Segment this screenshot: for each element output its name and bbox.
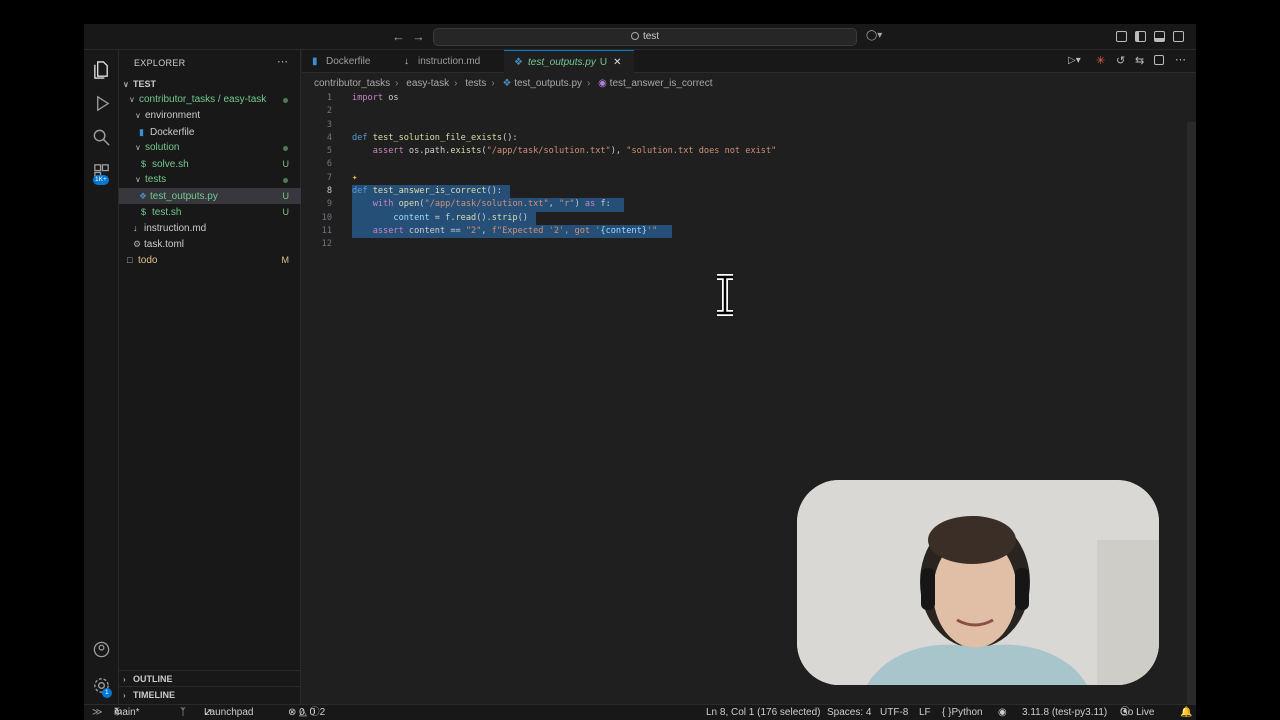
tree-file-instruction-md[interactable]: ↓ instruction.md [119,220,301,236]
chevron-down-icon: ∨ [123,80,129,89]
tree-file-test-outputs-py[interactable]: ❖ test_outputs.py U [119,188,301,204]
editor-tabs: ▮ Dockerfile ↓ instruction.md ❖ test_output… [302,50,1196,73]
tab-dockerfile[interactable]: ▮ Dockerfile [302,50,394,73]
tree-folder-solution[interactable]: ∨ solution [119,140,301,156]
layout-icon[interactable] [1116,31,1127,42]
tree-folder-tests[interactable]: ∨ tests [119,172,301,188]
explorer-title: EXPLORER [134,58,186,68]
code-line: 12 [321,239,332,250]
tree-file-todo[interactable]: □ todo M [119,252,301,268]
command-center-search[interactable]: test [433,28,857,46]
code-line: 8 def test_answer_is_correct(): [302,185,1182,199]
git-graph-icon[interactable]: ᛉ [180,705,186,720]
search-icon[interactable] [92,128,111,147]
search-icon [630,32,639,40]
sparkle-icon[interactable]: ✦ [352,172,357,185]
markdown-file-icon: ↓ [404,56,409,67]
asterisk-icon[interactable]: ✳ [1096,54,1105,67]
activity-bar: 1K+ 1 [84,50,119,704]
code-line: 5 assert os.path.exists("/app/task/solut… [326,146,777,157]
editor-scrollbar[interactable] [1187,122,1196,712]
settings-badge: 1 [102,688,112,698]
more-actions-icon[interactable]: ⋯ [1175,53,1186,66]
tree-folder-environment[interactable]: ∨ environment [119,108,301,124]
arrow-left-icon[interactable]: ← [392,29,405,44]
toggle-secondary-sidebar-icon[interactable] [1173,31,1184,42]
function-symbol-icon: ◉ [598,78,607,89]
extensions-badge: 1K+ [93,175,109,185]
timeline-section[interactable]: › TIMELINE [119,686,301,702]
shell-file-icon: $ [141,159,147,169]
outline-section[interactable]: › OUTLINE [119,670,301,686]
split-editor-icon[interactable] [1154,55,1164,65]
cursor-position[interactable]: Ln 8, Col 1 (176 selected) [706,705,821,720]
python-file-icon: ❖ [514,57,523,68]
history-icon[interactable]: ↺ [1116,54,1125,67]
code-line: 9 with open("/app/task/solution.txt", "r… [302,198,1182,212]
explorer-icon[interactable] [92,60,111,79]
explorer-sidebar: EXPLORER ⋯ ∨ TEST ∨ contributor_tasks / ea… [119,50,301,704]
run-debug-icon[interactable] [92,94,111,113]
copilot-icon[interactable]: ◯▾ [866,30,882,41]
tab-test-outputs-py[interactable]: ❖ test_outputs.py U ✕ [504,50,634,73]
language-mode[interactable]: { } Python [942,705,983,720]
code-line: 4 def test_solution_file_exists(): [326,132,518,143]
python-file-icon: ❖ [502,78,512,89]
account-icon[interactable] [92,640,111,659]
title-bar: ← → test ◯▾ [84,24,1196,50]
tree-file-solve-sh[interactable]: $ solve.sh U [119,156,301,172]
arrow-right-icon[interactable]: → [412,29,425,44]
text-cursor-icon [717,274,733,316]
breadcrumb: contributor_tasks › easy-task › tests › ❖ t… [314,78,713,89]
code-line: 2 [326,106,332,117]
more-actions-icon[interactable]: ⋯ [277,55,288,68]
code-line: 6 [326,159,332,170]
chevron-down-icon: ∨ [135,143,141,152]
python-file-icon: ❖ [139,191,148,201]
docker-icon: ▮ [139,127,144,137]
settings-file-icon: ⚙ [133,239,142,249]
copilot-icon[interactable]: ◉ [998,705,1007,720]
chevron-down-icon: ∨ [135,175,141,184]
markdown-file-icon: ↓ [133,223,138,233]
sync-icon: ↻ [114,707,123,718]
toggle-sidebar-icon[interactable] [1135,31,1146,42]
run-icon[interactable]: ▷▾ [1068,55,1081,66]
webcam-overlay [797,480,1159,685]
code-line: 1 import os [326,93,399,103]
code-line: 11 assert content == "2", f"Expected '2'… [302,224,1182,239]
modified-dot [283,178,288,183]
encoding[interactable]: UTF-8 [880,705,908,720]
end-of-line[interactable]: LF [919,705,931,720]
code-line: 7 ✦ [302,172,1182,185]
modified-dot [283,146,288,151]
bell-icon[interactable]: 🔔 [1180,705,1192,720]
indentation[interactable]: Spaces: 4 [827,705,871,720]
status-bar: ≫ ᛉ main* ↻ ᛉ ➚ Launchpad ⊗ 0 △ 0 ⓘ 2 Ln… [84,704,1196,720]
chevron-right-icon: › [123,691,126,700]
python-interpreter[interactable]: 3.11.8 (test-py3.11) [1022,705,1107,720]
toggle-panel-icon[interactable] [1154,31,1165,42]
tree-folder-contributor-tasks[interactable]: ∨ contributor_tasks / easy-task [119,92,301,108]
close-icon[interactable]: ✕ [613,57,621,68]
remote-icon[interactable]: ≫ [92,705,102,720]
chevron-down-icon: ∨ [129,95,135,104]
code-line: 3 [326,119,332,130]
modified-dot [283,98,288,103]
shell-file-icon: $ [141,207,147,217]
git-compare-icon[interactable]: ⇆ [1135,54,1144,67]
tree-file-test-sh[interactable]: $ test.sh U [119,204,301,220]
docker-icon: ▮ [312,56,318,67]
code-editor[interactable]: 1 import os 2 3 4 def test_solution_file_e… [302,92,1182,252]
file-icon: □ [127,255,133,265]
chevron-down-icon: ∨ [135,111,141,120]
tab-instruction-md[interactable]: ↓ instruction.md [394,50,504,73]
workspace-root[interactable]: ∨ TEST [119,76,301,92]
tree-file-task-toml[interactable]: ⚙ task.toml [119,236,301,252]
problems-indicator[interactable]: ⊗ 0 △ 0 ⓘ 2 [288,705,325,720]
code-line: 10 content = f.read().strip() [302,211,1182,225]
tree-file-dockerfile[interactable]: ▮ Dockerfile [119,124,301,140]
